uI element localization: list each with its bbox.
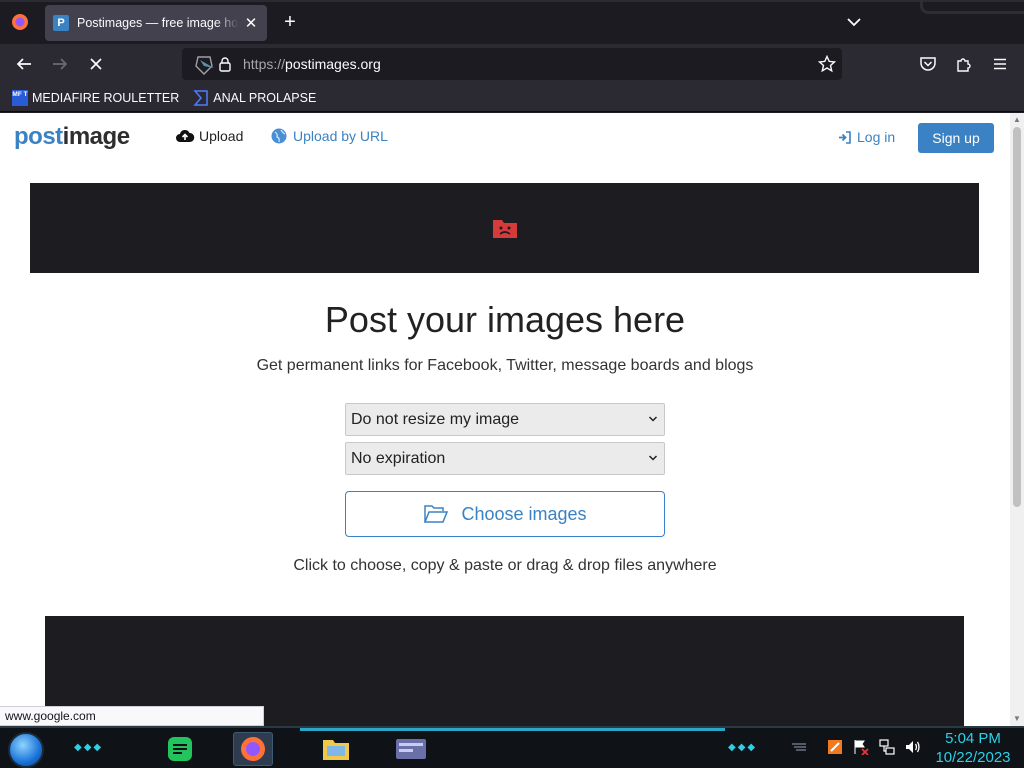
taskbar-clock[interactable]: 5:04 PM 10/22/2023 [928,729,1018,767]
sign-in-icon [839,130,851,144]
navigation-toolbar: https://postimages.org [0,44,1024,84]
upload-label: Upload [199,128,244,144]
expiration-select-value: No expiration [351,450,446,467]
scrollbar-thumb[interactable] [1013,127,1021,507]
tab-close-icon[interactable]: ✕ [243,14,259,32]
tab-postimages[interactable]: P Postimages — free image hosting ✕ [45,5,267,41]
login-label: Log in [857,129,896,145]
bookmark-star-icon[interactable] [818,55,836,73]
forward-button[interactable] [50,54,70,74]
upload-by-url-link[interactable]: Upload by URL [271,128,388,144]
signup-button[interactable]: Sign up [918,123,994,153]
window-deco [920,0,1024,14]
choose-images-label: Choose images [461,503,587,524]
notes-app-icon [168,737,192,761]
tray-overflow-icon[interactable] [790,738,808,756]
firefox-icon [241,737,265,761]
resize-select[interactable]: Do not resize my image [345,403,665,436]
start-button[interactable] [8,732,44,768]
back-arrow-icon [16,58,31,70]
tab-title: Postimages — free image hosting [77,16,239,30]
forward-arrow-icon [53,58,68,70]
page-viewport: postimage Upload Upload by URL Log in Si… [0,113,1024,726]
action-center-flag-icon[interactable] [852,738,870,756]
login-link[interactable]: Log in [838,129,895,145]
tab-strip: P Postimages — free image hosting ✕ + [0,0,1024,44]
firefox-icon[interactable] [10,12,30,32]
expiration-select[interactable]: No expiration [345,442,665,475]
tab-list-chevron-icon[interactable] [845,13,863,31]
choose-images-button[interactable]: Choose images [345,491,665,537]
pocket-icon [920,57,936,71]
postimage-logo[interactable]: postimage [14,123,130,151]
taskbar-glow [300,728,725,731]
page-title: Post your images here [324,299,686,340]
sigma-icon [193,89,208,106]
url-protocol: https:// [243,56,286,72]
bookmark-mediafire-rouletter[interactable]: MF T MEDIAFIRE ROULETTER [12,89,180,106]
pocket-button[interactable] [918,54,938,74]
new-tab-icon[interactable]: + [280,12,300,32]
lock-icon[interactable] [218,56,232,72]
upload-link[interactable]: Upload [175,128,243,144]
page-scrollbar[interactable]: ▲ ▼ [1010,113,1024,726]
logo-part-post: post [14,123,63,150]
puzzle-icon [957,58,971,72]
chevron-down-icon [648,455,658,461]
hamburger-menu-icon [994,58,1006,70]
page-subtitle: Get permanent links for Facebook, Twitte… [256,357,754,374]
sad-folder-icon [493,220,517,238]
volume-icon[interactable] [904,738,922,756]
chevron-down-icon [648,416,658,422]
folder-icon [323,740,349,760]
taskbar-firefox-app[interactable] [233,732,273,766]
taskbar-notes-app[interactable] [160,732,200,766]
tracking-protection-icon[interactable] [190,54,220,76]
logo-part-image: image [62,123,130,150]
open-folder-icon [424,505,449,523]
resize-select-value: Do not resize my image [351,411,520,428]
taskbar-file-explorer[interactable] [316,732,356,766]
clock-time: 5:04 PM [945,730,1001,747]
scroll-down-icon[interactable]: ▼ [1013,715,1021,723]
os-taskbar: ◆◆◆ ◆◆◆ 5:04 PM 10/22/2023 [0,726,1024,768]
url-host: postimages.org [285,56,381,72]
address-bar[interactable]: https://postimages.org [182,48,842,80]
mediafire-icon: MF T [12,89,28,106]
tray-app-icon[interactable] [826,738,844,756]
link-status-overlay: www.google.com [0,706,264,726]
clock-date: 10/22/2023 [935,749,1011,766]
app-menu-button[interactable] [990,54,1010,74]
postimages-favicon-icon: P [53,15,69,31]
extensions-button[interactable] [954,54,974,74]
taskbar-deco: ◆◆◆ [728,742,758,753]
id-card-icon [396,739,426,759]
globe-icon [271,128,287,144]
hero-section: Post your images here Get permanent link… [0,293,1010,375]
bookmarks-toolbar: MF T MEDIAFIRE ROULETTER ANAL PROLAPSE [0,84,1024,112]
taskbar-card-app[interactable] [391,732,431,766]
top-ad-banner [30,183,979,273]
url-text[interactable]: https://postimages.org [243,56,381,72]
stop-x-icon [90,58,102,70]
bookmark-label: MEDIAFIRE ROULETTER [32,90,180,105]
site-header: postimage Upload Upload by URL Log in Si… [0,113,1010,163]
back-button[interactable] [14,54,34,74]
scroll-up-icon[interactable]: ▲ [1013,116,1021,124]
bookmark-anal-prolapse[interactable]: ANAL PROLAPSE [193,89,317,106]
upload-by-url-label: Upload by URL [293,128,388,144]
bookmark-label: ANAL PROLAPSE [213,90,317,105]
cloud-upload-icon [176,129,195,142]
taskbar-deco: ◆◆◆ [74,742,104,753]
upload-hint: Click to choose, copy & paste or drag & … [293,557,717,574]
system-tray [790,738,930,756]
network-icon[interactable] [878,738,896,756]
stop-button[interactable] [86,54,106,74]
